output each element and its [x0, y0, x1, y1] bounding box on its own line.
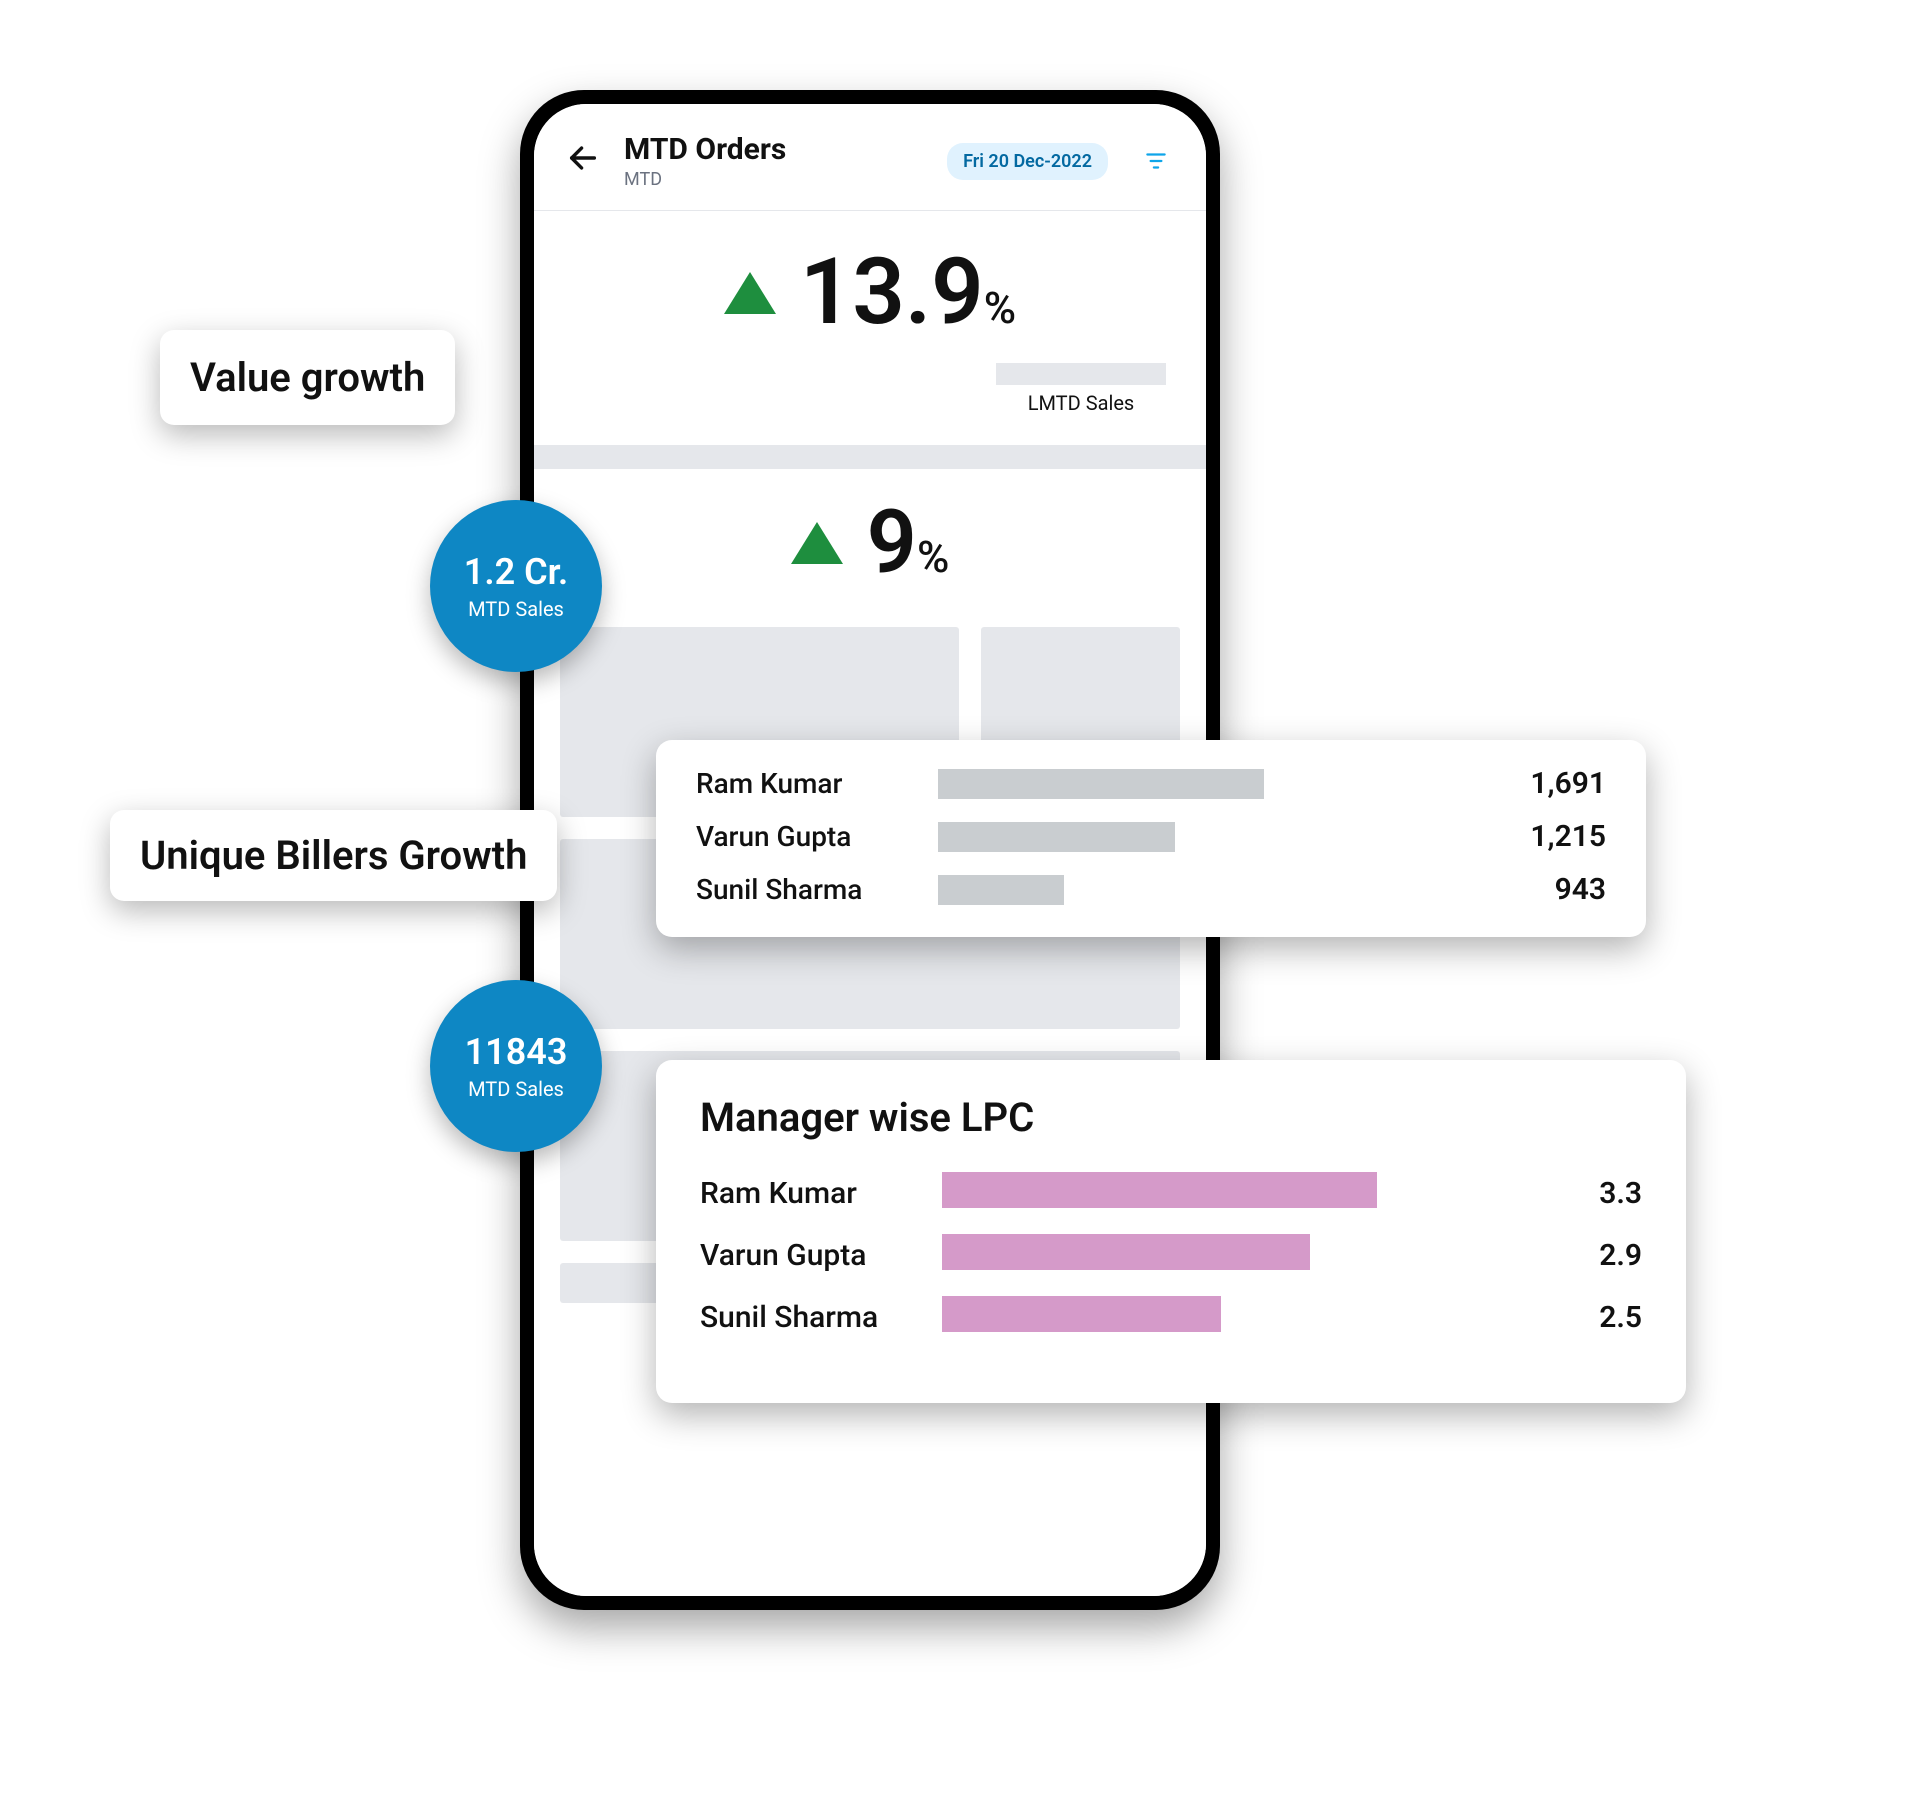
manager-lpc-chart: Manager wise LPC Ram Kumar 3.3 Varun Gup… [656, 1060, 1686, 1403]
table-row: Varun Gupta 1,215 [696, 819, 1606, 854]
bar-name: Sunil Sharma [700, 1300, 920, 1335]
table-row: Ram Kumar 3.3 [700, 1175, 1642, 1211]
bar-fill [942, 1234, 1310, 1270]
lmtd-caption: LMTD Sales [996, 391, 1166, 415]
value-growth-label: Value growth [190, 354, 425, 401]
app-header: MTD Orders MTD Fri 20 Dec-2022 [534, 104, 1206, 211]
mtd-sales-circle-unique-billers: 11843 MTD Sales [430, 980, 602, 1152]
bar-track [938, 822, 1464, 852]
bar-name: Ram Kumar [700, 1176, 920, 1211]
filter-icon[interactable] [1138, 143, 1174, 179]
date-chip[interactable]: Fri 20 Dec-2022 [947, 143, 1108, 180]
chart-title: Manager wise LPC [700, 1094, 1642, 1141]
bar-track [938, 769, 1464, 799]
bar-name: Varun Gupta [696, 820, 916, 853]
trend-up-icon [724, 272, 776, 314]
percent-sign: % [917, 531, 949, 583]
bar-fill [942, 1172, 1377, 1208]
header-titles: MTD Orders MTD [624, 132, 923, 190]
bar-fill [938, 769, 1264, 799]
trend-up-icon [791, 522, 843, 564]
bar-track [938, 875, 1464, 905]
page-title: MTD Orders [624, 132, 923, 167]
table-row: Ram Kumar 1,691 [696, 766, 1606, 801]
circle-label: MTD Sales [468, 1077, 564, 1101]
bar-track [942, 1175, 1500, 1211]
bar-fill [938, 822, 1175, 852]
unique-billers-label: Unique Billers Growth [140, 832, 527, 879]
table-row: Sunil Sharma 943 [696, 872, 1606, 907]
value-growth-percent: 13.9 [800, 239, 984, 346]
bar-value: 3.3 [1522, 1176, 1642, 1211]
value-growth-block: 13.9% LMTD Sales [534, 211, 1206, 435]
section-divider [534, 445, 1206, 469]
circle-value: 1.2 Cr. [464, 551, 568, 593]
bar-track [942, 1237, 1500, 1273]
mtd-sales-circle-value-growth: 1.2 Cr. MTD Sales [430, 500, 602, 672]
bar-name: Ram Kumar [696, 767, 916, 800]
unique-billers-percent: 9 [867, 491, 917, 594]
bar-value: 1,691 [1486, 766, 1606, 801]
unique-billers-block: 9% [534, 469, 1206, 607]
bar-fill [942, 1296, 1221, 1332]
bar-value: 1,215 [1486, 819, 1606, 854]
circle-label: MTD Sales [468, 597, 564, 621]
bar-value: 943 [1486, 872, 1606, 907]
manager-sales-chart: Ram Kumar 1,691 Varun Gupta 1,215 Sunil … [656, 740, 1646, 937]
bar-value: 2.5 [1522, 1300, 1642, 1335]
bar-fill [938, 875, 1064, 905]
table-row: Sunil Sharma 2.5 [700, 1299, 1642, 1335]
bar-name: Sunil Sharma [696, 873, 916, 906]
bar-value: 2.9 [1522, 1238, 1642, 1273]
circle-value: 11843 [465, 1031, 568, 1073]
bar-name: Varun Gupta [700, 1238, 920, 1273]
page-subtitle: MTD [624, 169, 923, 190]
percent-sign: % [984, 282, 1016, 334]
bar-track [942, 1299, 1500, 1335]
table-row: Varun Gupta 2.9 [700, 1237, 1642, 1273]
value-growth-label-card: Value growth [160, 330, 455, 425]
lmtd-legend: LMTD Sales [996, 363, 1166, 415]
lmtd-swatch [996, 363, 1166, 385]
unique-billers-label-card: Unique Billers Growth [110, 810, 557, 901]
back-icon[interactable] [566, 141, 600, 181]
